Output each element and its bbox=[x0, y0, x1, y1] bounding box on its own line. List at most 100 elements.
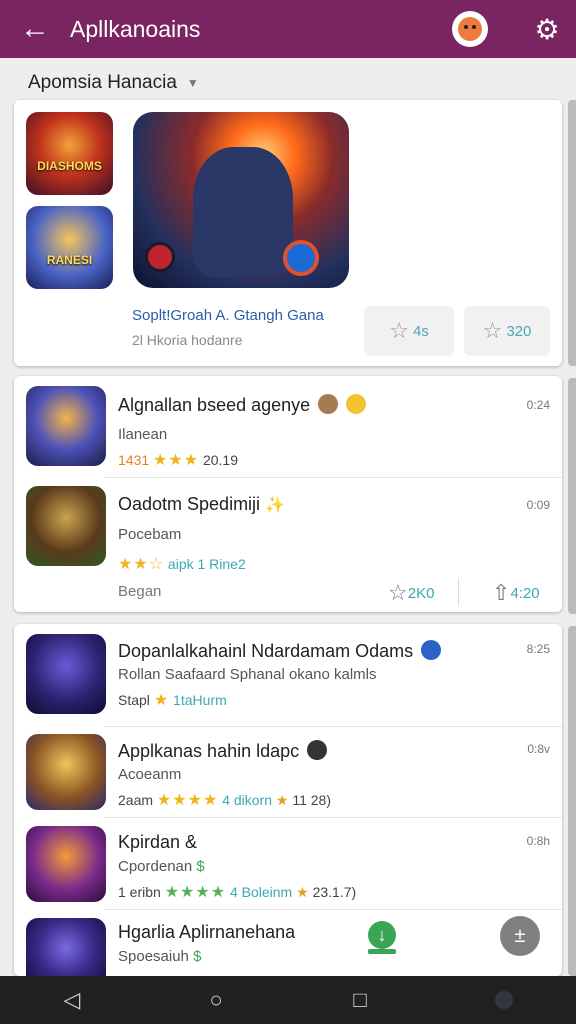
hero-orb-red bbox=[145, 242, 175, 272]
list-item[interactable]: Applkanas hahin ldapc Acoeanm 2aam ★★★★ … bbox=[14, 734, 562, 818]
money-icon: $ bbox=[193, 948, 202, 965]
featured-card[interactable]: DIASHOMS RANESI Soplt!Groah A. Gtangh Ga… bbox=[14, 100, 562, 366]
app-time: 0:8h bbox=[526, 834, 550, 848]
star-outline-icon: ☆ bbox=[389, 318, 409, 343]
download-tray-icon bbox=[368, 949, 396, 954]
close-badge-icon bbox=[307, 740, 328, 760]
trophy-icon: ★ bbox=[275, 792, 289, 808]
app-name: Kpirdan & bbox=[118, 832, 198, 852]
app-icon bbox=[26, 826, 106, 902]
star-badge-icon bbox=[346, 394, 367, 414]
app-list-group-1: Algnallan bseed agenye Ilanean 1431 ★★★ … bbox=[14, 376, 562, 612]
app-subtitle: Cpordenan $ bbox=[118, 858, 205, 875]
chevron-down-icon: ▼ bbox=[186, 76, 199, 90]
star-outline-icon: ☆ bbox=[388, 580, 408, 605]
app-time: 0:09 bbox=[526, 498, 550, 512]
app-name: Applkanas hahin ldapc bbox=[118, 740, 328, 762]
app-bar: ← Apllkanoains ⚙ bbox=[0, 0, 576, 58]
divider bbox=[104, 909, 562, 910]
system-nav-bar: ◁ ○ □ bbox=[0, 976, 576, 1024]
featured-thumb-small-1[interactable]: DIASHOMS bbox=[26, 112, 113, 195]
scroll-indicator bbox=[568, 378, 576, 614]
category-dropdown[interactable]: Apomsia Hanacia ▼ bbox=[28, 72, 199, 94]
rating-stars-icon: ★★☆ bbox=[118, 556, 165, 573]
app-subtitle: Ilanean bbox=[118, 426, 168, 443]
app-icon bbox=[26, 734, 106, 810]
featured-thumb-small-2[interactable]: RANESI bbox=[26, 206, 113, 289]
featured-rating-button-2[interactable]: ☆ 320 bbox=[464, 306, 550, 356]
app-name: Algnallan bseed agenye bbox=[118, 394, 367, 416]
hero-figure bbox=[193, 147, 293, 277]
download-button[interactable]: ↓ bbox=[365, 916, 399, 954]
featured-stat-2: 320 bbox=[506, 322, 532, 340]
share-icon: ± bbox=[514, 924, 526, 947]
trophy-icon: ★ bbox=[296, 884, 309, 900]
group-footer-label: Began bbox=[118, 583, 162, 600]
featured-title[interactable]: Soplt!Groah A. Gtangh Gana bbox=[132, 307, 324, 324]
app-meta: 2aam ★★★★ 4 dikorn ★ 11 28) bbox=[118, 792, 332, 809]
featured-thumb-small-1-label: DIASHOMS bbox=[37, 159, 102, 173]
share-outline-icon: ⇧ bbox=[492, 580, 511, 605]
face-icon bbox=[458, 17, 482, 41]
scroll-indicator bbox=[568, 626, 576, 976]
list-item[interactable]: Hgarlia Aplirnanehana Spoesaiuh $ bbox=[14, 918, 562, 976]
group-stat-button-2[interactable]: ⇧ 4:20 bbox=[492, 580, 540, 606]
featured-thumb-small-2-label: RANESI bbox=[46, 253, 93, 267]
list-item[interactable]: Dopanlalkahainl Ndardamam Odams Rollan S… bbox=[14, 634, 562, 726]
app-icon bbox=[26, 386, 106, 466]
divider bbox=[458, 578, 459, 606]
app-time: 0:24 bbox=[526, 398, 550, 412]
category-dropdown-label: Apomsia Hanacia bbox=[28, 72, 177, 93]
nav-assistant-icon[interactable] bbox=[474, 976, 534, 1024]
app-time: 0:8v bbox=[527, 742, 550, 756]
group-stat-1: 2K0 bbox=[407, 584, 435, 602]
app-time: 8:25 bbox=[526, 642, 550, 656]
app-subtitle: Rollan Saafaard Sphanal okano kalmls bbox=[118, 666, 377, 683]
verified-badge-icon bbox=[421, 640, 442, 660]
gear-icon[interactable]: ⚙ bbox=[518, 0, 576, 58]
page-title: Apllkanoains bbox=[70, 15, 201, 42]
featured-rating-button-1[interactable]: ☆ 4s bbox=[364, 306, 454, 356]
avatar[interactable] bbox=[452, 11, 488, 47]
app-icon bbox=[26, 634, 106, 714]
app-icon bbox=[26, 918, 106, 976]
list-item[interactable]: Oadotm Spedimiji ✨ Pocebam ★★☆ aipk 1 Ri… bbox=[14, 486, 562, 576]
scroll-indicator bbox=[568, 100, 576, 366]
app-meta: 1431 ★★★ 20.19 bbox=[118, 452, 239, 469]
nav-home-icon[interactable]: ○ bbox=[186, 976, 246, 1024]
app-meta: ★★☆ aipk 1 Rine2 bbox=[118, 556, 246, 573]
app-name: Hgarlia Aplirnanehana bbox=[118, 922, 296, 942]
money-icon: $ bbox=[196, 858, 205, 875]
app-meta: 1 eribn ★★★★ 4 Boleinm ★ 23.1.7) bbox=[118, 884, 357, 901]
list-item[interactable]: Kpirdan & Cpordenan $ 1 eribn ★★★★ 4 Bol… bbox=[14, 826, 562, 910]
group-stat-button-1[interactable]: ☆ 2K0 bbox=[388, 580, 434, 606]
app-subtitle: Pocebam bbox=[118, 526, 182, 543]
sparkle-icon: ✨ bbox=[265, 497, 285, 514]
divider bbox=[104, 817, 562, 818]
group-stat-2: 4:20 bbox=[510, 584, 540, 602]
back-arrow-icon[interactable]: ← bbox=[0, 0, 70, 58]
app-name: Dopanlalkahainl Ndardamam Odams bbox=[118, 640, 442, 662]
featured-subtitle: 2l Hkoria hodanre bbox=[132, 332, 243, 348]
rating-stars-icon: ★ bbox=[153, 692, 170, 709]
app-subtitle: Spoesaiuh $ bbox=[118, 948, 202, 965]
app-list-group-2: Dopanlalkahainl Ndardamam Odams Rollan S… bbox=[14, 624, 562, 976]
app-meta: Stapl ★ 1taHurm bbox=[118, 692, 227, 709]
share-button[interactable]: ± bbox=[500, 916, 540, 956]
hero-orb-blue bbox=[283, 240, 319, 276]
download-icon: ↓ bbox=[368, 921, 396, 949]
featured-hero-image[interactable] bbox=[133, 112, 349, 288]
divider bbox=[104, 726, 562, 727]
nav-recents-icon[interactable]: □ bbox=[330, 976, 390, 1024]
coin-badge-icon bbox=[318, 394, 339, 414]
app-subtitle: Acoeanm bbox=[118, 766, 182, 783]
app-name: Oadotm Spedimiji ✨ bbox=[118, 494, 285, 514]
divider bbox=[104, 477, 562, 478]
nav-back-icon[interactable]: ◁ bbox=[42, 976, 102, 1024]
list-item[interactable]: Algnallan bseed agenye Ilanean 1431 ★★★ … bbox=[14, 386, 562, 476]
featured-stat-1: 4s bbox=[412, 322, 429, 340]
app-icon bbox=[26, 486, 106, 566]
rating-stars-icon: ★★★★ bbox=[156, 792, 219, 809]
rating-stars-icon: ★★★★ bbox=[164, 884, 227, 901]
rating-stars-icon: ★★★ bbox=[153, 452, 200, 469]
